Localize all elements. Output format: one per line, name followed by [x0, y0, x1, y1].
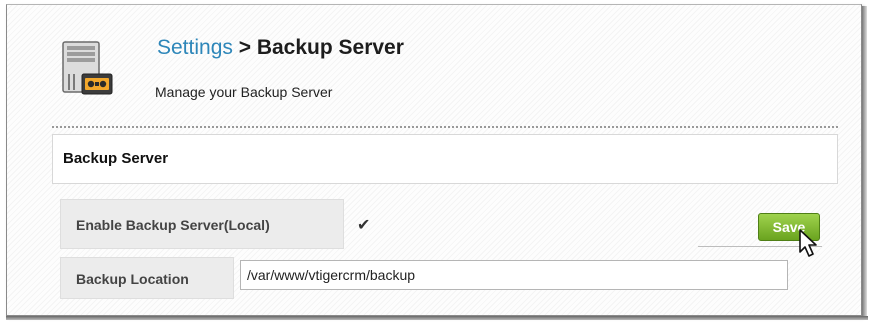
settings-breadcrumb-link[interactable]: Settings — [157, 36, 233, 59]
backup-location-label: Backup Location — [60, 257, 234, 299]
header-divider — [52, 126, 838, 128]
page-title: Settings > Backup Server — [157, 36, 404, 60]
panel-shadow-right — [862, 6, 867, 318]
section-title: Backup Server — [63, 150, 169, 167]
page-subtitle: Manage your Backup Server — [155, 84, 333, 100]
section-header: Backup Server — [52, 134, 838, 184]
enable-backup-checkbox[interactable]: ✔ — [357, 215, 370, 235]
server-backup-icon — [62, 41, 113, 95]
panel-shadow-bottom — [6, 316, 868, 320]
breadcrumb-separator: > — [232, 36, 257, 59]
backup-location-input[interactable] — [240, 260, 788, 290]
mouse-cursor-icon — [799, 229, 817, 257]
page-title-text: Backup Server — [256, 36, 404, 59]
enable-backup-label: Enable Backup Server(Local) — [60, 199, 344, 249]
